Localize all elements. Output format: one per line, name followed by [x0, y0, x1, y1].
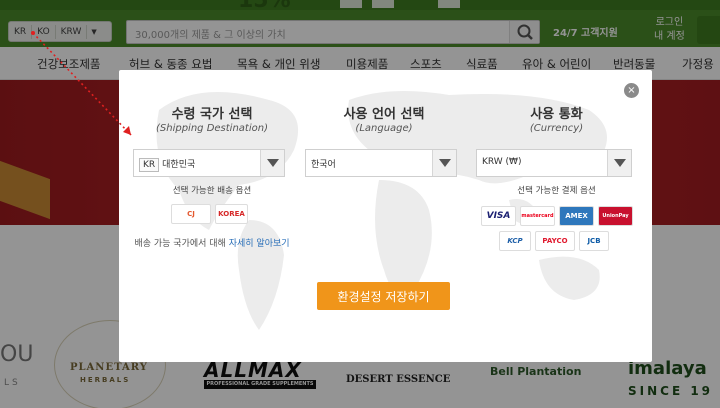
currency-select[interactable]: KRW (₩)	[476, 149, 632, 177]
amex-logo: AMEX	[559, 206, 594, 226]
visa-logo: VISA	[481, 206, 516, 226]
shipping-country-value: KR 대한민국	[139, 157, 195, 172]
shipping-options-label: 선택 가능한 배송 옵션	[172, 186, 252, 196]
cj-logistics-logo: CJ logistics	[171, 204, 211, 224]
chevron-down-icon	[260, 150, 284, 176]
close-icon[interactable]: ×	[624, 83, 639, 98]
shipping-country-select[interactable]: KR 대한민국	[133, 149, 285, 177]
jcb-logo: JCB	[579, 231, 609, 251]
learn-more-link[interactable]: 자세히 알아보기	[229, 239, 290, 249]
kcp-logo: KCP	[499, 231, 531, 251]
currency-subtitle: (Currency)	[529, 123, 584, 134]
language-title: 사용 언어 선택	[343, 107, 425, 122]
shipping-subtitle: (Shipping Destination)	[156, 123, 268, 134]
currency-title: 사용 통화	[530, 107, 583, 122]
unionpay-logo: UnionPay	[598, 206, 633, 226]
korea-post-logo: KOREA POST	[215, 204, 248, 224]
shipping-help: 배송 가능 국가에서 대해 자세히 알아보기	[133, 238, 291, 251]
mastercard-logo: mastercard	[520, 206, 555, 226]
save-preferences-button[interactable]: 환경설정 저장하기	[317, 282, 450, 310]
chevron-down-icon	[432, 150, 456, 176]
language-value: 한국어	[311, 160, 336, 170]
currency-value: KRW (₩)	[482, 157, 522, 167]
payment-options-label: 선택 가능한 결제 옵션	[517, 186, 596, 196]
shipping-title: 수령 국가 선택	[171, 107, 253, 122]
language-select[interactable]: 한국어	[305, 149, 457, 177]
payco-logo: PAYCO	[535, 231, 575, 251]
country-name: 대한민국	[162, 160, 196, 170]
help-text: 배송 가능 국가에서 대해	[134, 239, 226, 249]
language-subtitle: (Language)	[355, 123, 413, 134]
country-code: KR	[139, 158, 160, 172]
chevron-down-icon	[607, 150, 631, 176]
region-settings-modal: × 수령 국가 선택 (Shipping Destination) KR 대한민국…	[119, 70, 652, 362]
